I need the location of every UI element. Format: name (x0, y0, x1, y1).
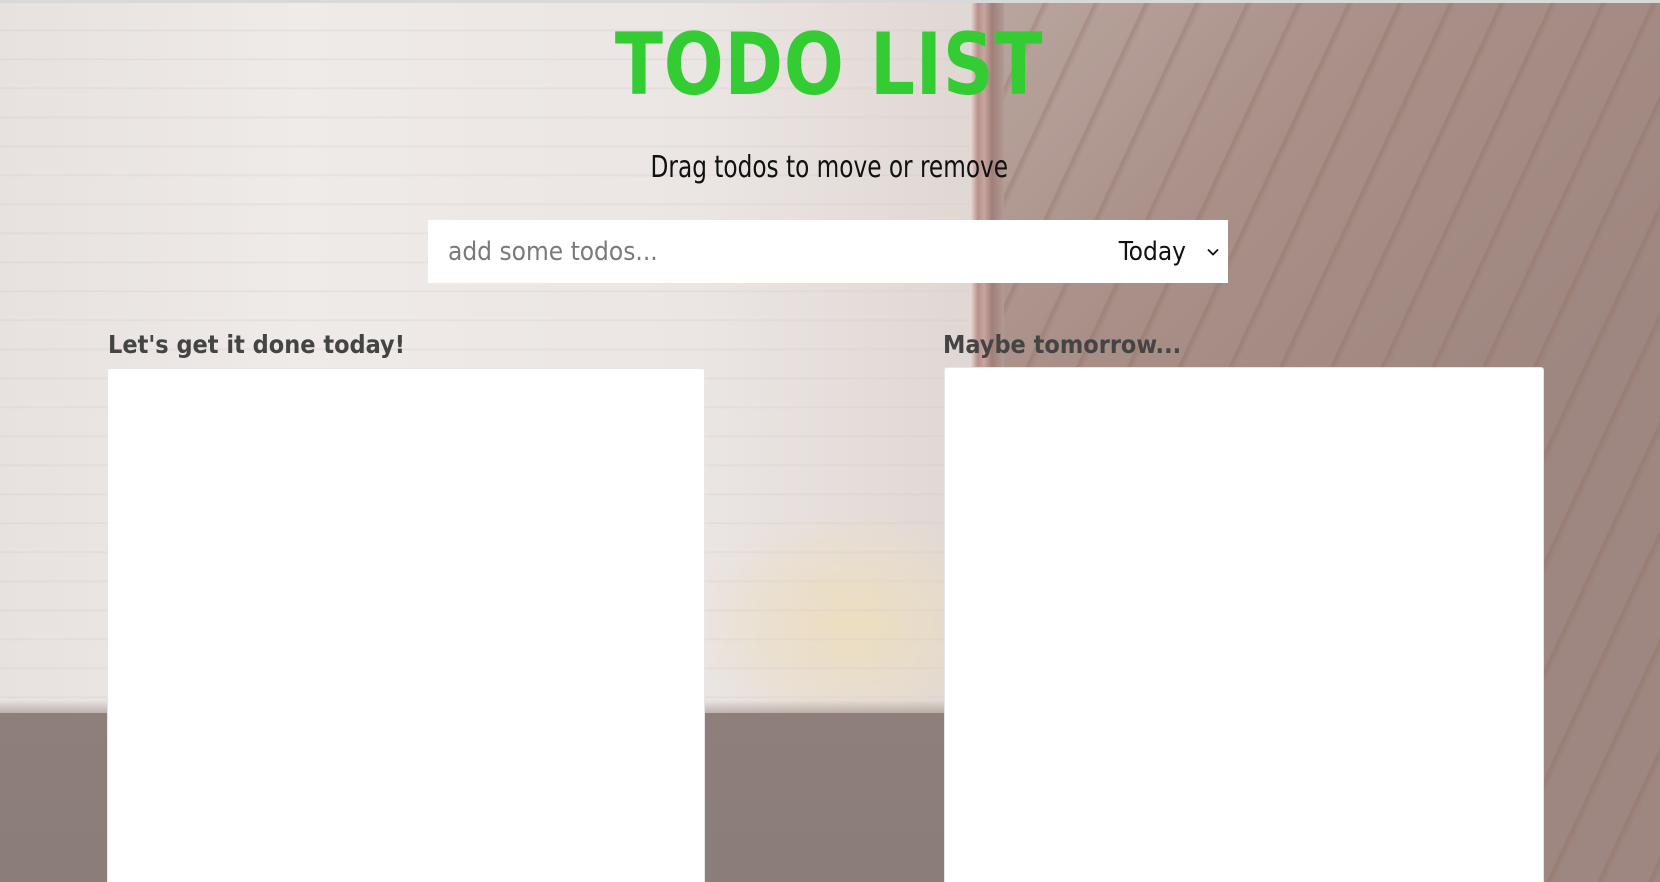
todo-input[interactable] (428, 220, 1068, 283)
day-select-value: Today (1118, 236, 1186, 267)
page-title: TODO LIST (614, 15, 1044, 115)
tomorrow-todo-list[interactable] (944, 367, 1544, 882)
day-select[interactable]: Today (1090, 220, 1220, 283)
add-todo-form: Today (428, 220, 1228, 283)
chevron-down-icon (1206, 245, 1220, 259)
tomorrow-column-heading: Maybe tomorrow... (943, 330, 1182, 359)
today-column-heading: Let's get it done today! (108, 330, 405, 359)
today-todo-list[interactable] (107, 368, 705, 882)
page-subtitle: Drag todos to move or remove (650, 150, 1009, 185)
